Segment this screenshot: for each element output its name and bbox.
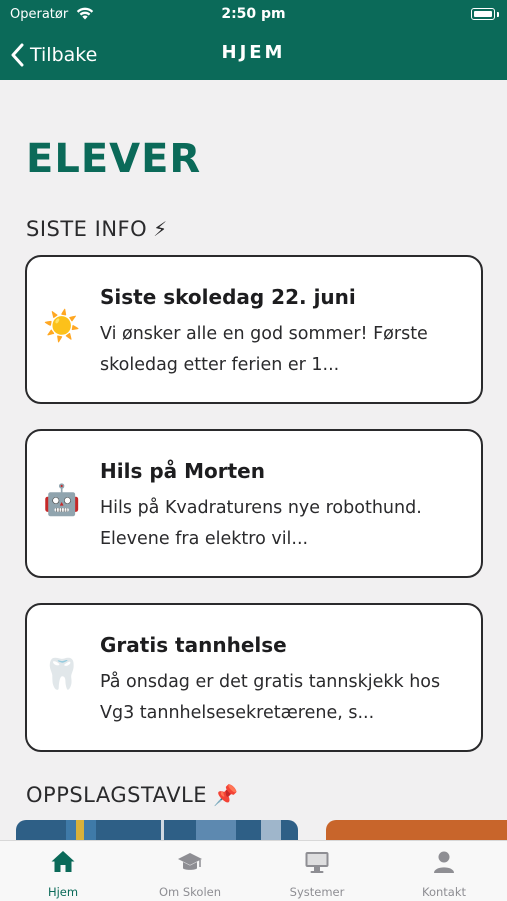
section-title-text: OPPSLAGSTAVLE [26,783,208,807]
info-card-title: Hils på Morten [100,459,265,483]
battery-icon [471,8,495,20]
info-card[interactable]: 🦷 Gratis tannhelse På onsdag er det grat… [25,603,483,752]
section-title-text: SISTE INFO [26,217,148,241]
tab-home[interactable]: Hjem [0,841,126,901]
section-title-bulletin: OPPSLAGSTAVLE 📌 [26,783,238,807]
info-card-title: Siste skoledag 22. juni [100,285,356,309]
tab-bar: Hjem Om Skolen Systemer Kontakt [0,840,507,901]
info-card-title: Gratis tannhelse [100,633,287,657]
tab-label: Om Skolen [158,885,222,899]
info-card[interactable]: 🤖 Hils på Morten Hils på Kvadraturens ny… [25,429,483,578]
home-icon [51,851,75,872]
nav-title: HJEM [221,42,286,63]
main-content[interactable]: ELEVER SISTE INFO ⚡ ☀️ Siste skoledag 22.… [0,80,507,840]
pushpin-icon: 📌 [213,783,239,807]
status-bar: Operatør 2:50 pm [0,0,507,30]
tab-label: Kontakt [421,885,467,899]
tab-label: Systemer [289,885,345,899]
tab-contact[interactable]: Kontakt [381,841,507,901]
info-card[interactable]: ☀️ Siste skoledag 22. juni Vi ønsker all… [25,255,483,404]
page-title: ELEVER [26,136,202,182]
graduation-cap-icon [178,853,202,870]
person-icon [434,851,454,873]
tooth-icon: 🦷 [43,657,81,692]
robot-icon: 🤖 [43,483,81,518]
navigation-bar: Tilbake HJEM [0,30,507,80]
lightning-icon: ⚡ [153,217,168,241]
bulletin-thumbnail[interactable] [16,820,298,840]
sun-icon: ☀️ [43,309,81,344]
section-title-latest-info: SISTE INFO ⚡ [26,217,168,241]
tab-about-school[interactable]: Om Skolen [127,841,253,901]
status-time: 2:50 pm [221,6,286,22]
battery-tip [497,12,499,17]
tab-systems[interactable]: Systemer [254,841,380,901]
bulletin-thumbnail[interactable] [326,820,507,840]
monitor-icon [305,852,329,873]
info-card-body: Hils på Kvadraturens nye robothund. Elev… [100,498,422,549]
info-card-body: Vi ønsker alle en god sommer! Første sko… [100,324,428,375]
info-card-body: På onsdag er det gratis tannskjekk hos V… [100,672,441,723]
tab-label: Hjem [47,885,79,899]
